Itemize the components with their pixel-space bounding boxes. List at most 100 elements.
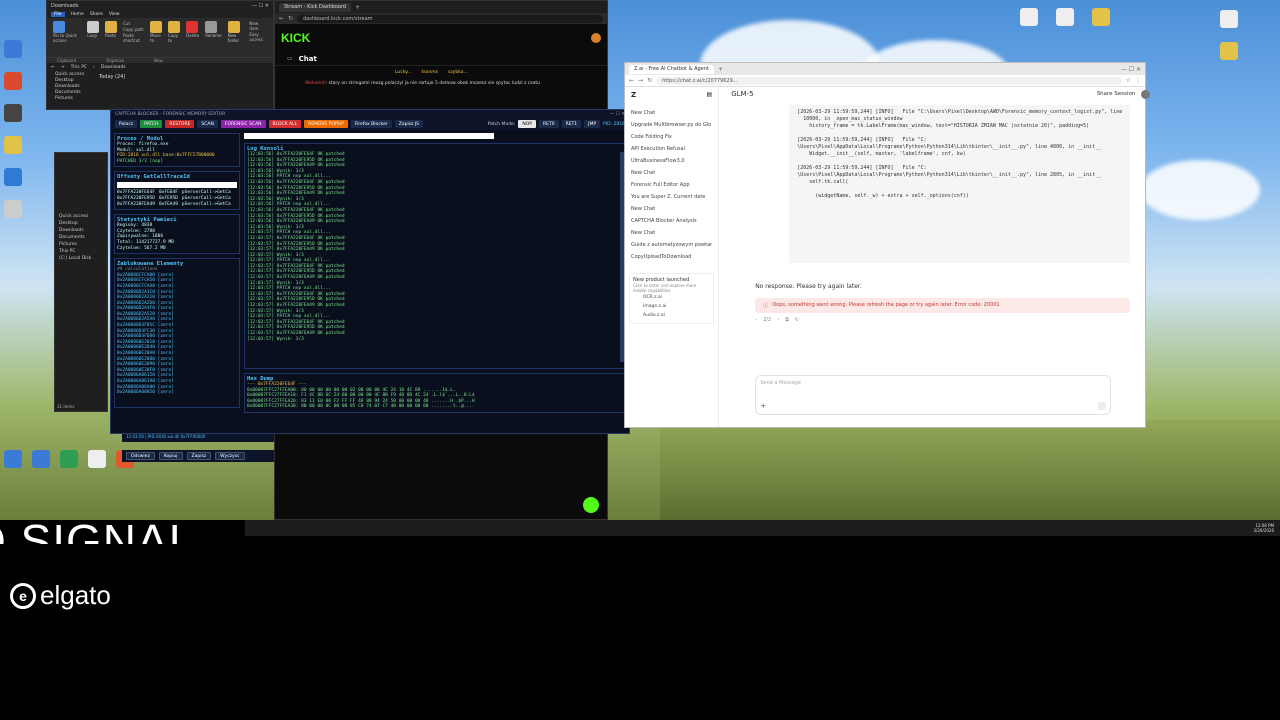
sidebar-item-chat[interactable]: UltraBusinessFlow3.0: [625, 155, 718, 167]
window-controls[interactable]: — ☐ ✕: [1121, 66, 1141, 73]
message-input-box[interactable]: Send a Message +: [755, 375, 1112, 415]
file-icon[interactable]: [1220, 10, 1238, 28]
rename-button[interactable]: Rename: [205, 21, 222, 54]
share-session-button[interactable]: Share Session: [1097, 91, 1136, 97]
nav-pictures[interactable]: Pictures: [55, 96, 97, 102]
back-icon[interactable]: ←: [629, 77, 634, 84]
new-tab-icon[interactable]: +: [355, 4, 360, 11]
list-item[interactable]: 0x2A0086A08850 [zero]: [117, 390, 237, 396]
chat-message-user[interactable]: Wolvenhl: [305, 81, 326, 86]
address-bar[interactable]: https://chat.z.ai/c/20779629...: [656, 76, 1122, 85]
window-controls[interactable]: — ☐ ✕: [610, 112, 625, 117]
menu-icon[interactable]: ⋮: [1135, 77, 1141, 84]
forensic-scan-button[interactable]: FORENSIC SCAN: [220, 120, 266, 128]
tab-share[interactable]: Share: [90, 12, 103, 17]
app-icon[interactable]: [60, 450, 78, 468]
file-icon[interactable]: [88, 450, 106, 468]
refresh-button[interactable]: Odswiez: [126, 452, 155, 460]
promo-link-audio[interactable]: Audio.z.ai: [633, 311, 710, 320]
sidebar-item-chat[interactable]: CopyUploadToDownload: [625, 251, 718, 263]
forward-icon[interactable]: →: [638, 77, 643, 84]
chat-send-icon[interactable]: [583, 497, 599, 513]
folder-icon[interactable]: [1092, 8, 1110, 26]
tab-view[interactable]: View: [109, 12, 120, 17]
cut-button[interactable]: Cut: [123, 21, 144, 26]
obs-icon[interactable]: [4, 104, 22, 122]
table-row[interactable]: 0x7FFA220FEA49 0xFEA49 pServerCall->GetCa: [117, 202, 237, 208]
block-all-button[interactable]: BLOCK ALL: [268, 120, 302, 128]
new-tab-icon[interactable]: +: [718, 66, 723, 73]
sidebar-item-chat[interactable]: Guide z automatyzowym powtar: [625, 239, 718, 251]
add-attachment-icon[interactable]: +: [760, 402, 766, 410]
scan-button[interactable]: SCAN: [197, 120, 218, 128]
star-icon[interactable]: ☆: [1126, 77, 1131, 84]
address-bar[interactable]: ← → This PC › Downloads: [47, 63, 273, 72]
copy-path-button[interactable]: Copy path: [123, 27, 144, 32]
nav-this-pc[interactable]: This PC: [59, 248, 103, 255]
chevron-right-icon[interactable]: ›: [777, 317, 779, 323]
promo-card[interactable]: New product launched Click to enter and …: [629, 273, 715, 324]
promo-link-image[interactable]: Image.z.ai: [633, 302, 710, 311]
save-js-button[interactable]: Zapisz JS: [394, 120, 424, 128]
file-icon[interactable]: [1020, 8, 1038, 26]
file-icon[interactable]: [4, 200, 22, 218]
forensic-editor-window[interactable]: CAPTCHA BLOCKER - FORENSIC MEMORY EDITOR…: [110, 109, 630, 434]
recycle-bin-icon[interactable]: [4, 40, 22, 58]
app-icon[interactable]: [32, 450, 50, 468]
sidebar-item-chat[interactable]: API Execution Refusal: [625, 143, 718, 155]
breadcrumb-thispc[interactable]: This PC: [71, 65, 87, 70]
clear-button[interactable]: Wyczysc: [215, 452, 245, 460]
copy-to-button[interactable]: Copy to: [168, 21, 181, 54]
browser-tab[interactable]: Stream - Kick Dashboard: [279, 2, 352, 12]
file-explorer-window[interactable]: Downloads — ☐ ✕ File Home Share View Pin…: [46, 0, 274, 110]
tab-home[interactable]: Home: [71, 12, 84, 17]
restore-button[interactable]: RESTORE: [165, 120, 195, 128]
move-to-button[interactable]: Move to: [150, 21, 163, 54]
regenerate-icon[interactable]: ↻: [795, 317, 799, 323]
browser-tab[interactable]: Z.ai - Free AI Chatbot & Agent: [629, 64, 714, 74]
message-input[interactable]: Send a Message: [760, 380, 1106, 386]
patch-mode-ret1[interactable]: RET1: [561, 120, 582, 128]
zai-browser-window[interactable]: Z.ai - Free AI Chatbot & Agent + — ☐ ✕ ←…: [624, 62, 1151, 428]
file-icon[interactable]: [1056, 8, 1074, 26]
reload-icon[interactable]: ↻: [288, 15, 293, 22]
sidebar-toggle-icon[interactable]: ▤: [707, 91, 713, 99]
sidebar-item-chat[interactable]: You are Super Z. Current date: [625, 191, 718, 203]
model-selector[interactable]: GLM-5: [731, 90, 753, 98]
reload-icon[interactable]: ↻: [647, 77, 652, 84]
nav-desktop[interactable]: Desktop: [59, 220, 103, 227]
firefox-blocker-button[interactable]: Firefox Blocker: [350, 120, 392, 128]
app-icon[interactable]: [4, 168, 22, 186]
tab-file[interactable]: File: [51, 12, 65, 17]
address-bar[interactable]: dashboard.kick.com/stream: [297, 14, 603, 23]
paste-button[interactable]: Paste: [105, 21, 118, 54]
nav-pictures[interactable]: Pictures: [59, 241, 103, 248]
forward-icon[interactable]: →: [61, 65, 65, 70]
folder-icon[interactable]: [1220, 42, 1238, 60]
kick-logo[interactable]: KICK: [281, 31, 310, 45]
copy-button[interactable]: Kopiuj: [158, 452, 183, 460]
patch-mode-jmp[interactable]: JMP: [584, 120, 601, 128]
chevron-left-icon[interactable]: ‹: [755, 317, 757, 323]
delete-button[interactable]: Delete: [186, 21, 199, 54]
patch-mode-nop[interactable]: NOP: [518, 120, 536, 128]
sidebar-item-chat[interactable]: Forensic Full Editor App: [625, 179, 718, 191]
sidebar-item-chat[interactable]: New Chat: [625, 227, 718, 239]
avatar[interactable]: [591, 33, 601, 43]
sidebar-item-chat[interactable]: CAPTCHA Blocker Analysis: [625, 215, 718, 227]
nav-documents[interactable]: Documents: [59, 234, 103, 241]
connect-button[interactable]: Polacz: [115, 120, 138, 128]
remove-popup-button[interactable]: REMOVE POPUP: [304, 120, 348, 128]
log-search-input[interactable]: [244, 133, 494, 139]
pin-button[interactable]: Pin to Quick access: [53, 21, 81, 54]
sidebar-item-chat[interactable]: Code Folding Fix: [625, 131, 718, 143]
zai-logo-icon[interactable]: Z: [631, 91, 636, 99]
copy-icon[interactable]: ⧉: [785, 317, 789, 323]
back-icon[interactable]: ←: [51, 65, 55, 70]
folder-icon[interactable]: [4, 136, 22, 154]
avatar[interactable]: [1141, 89, 1151, 99]
new-item-button[interactable]: New item: [249, 21, 267, 31]
save-button[interactable]: Zapisz: [186, 452, 212, 460]
nav-local-disk[interactable]: (C:) Local Disk: [59, 255, 103, 262]
chat-user[interactable]: Lucky...: [395, 70, 412, 75]
